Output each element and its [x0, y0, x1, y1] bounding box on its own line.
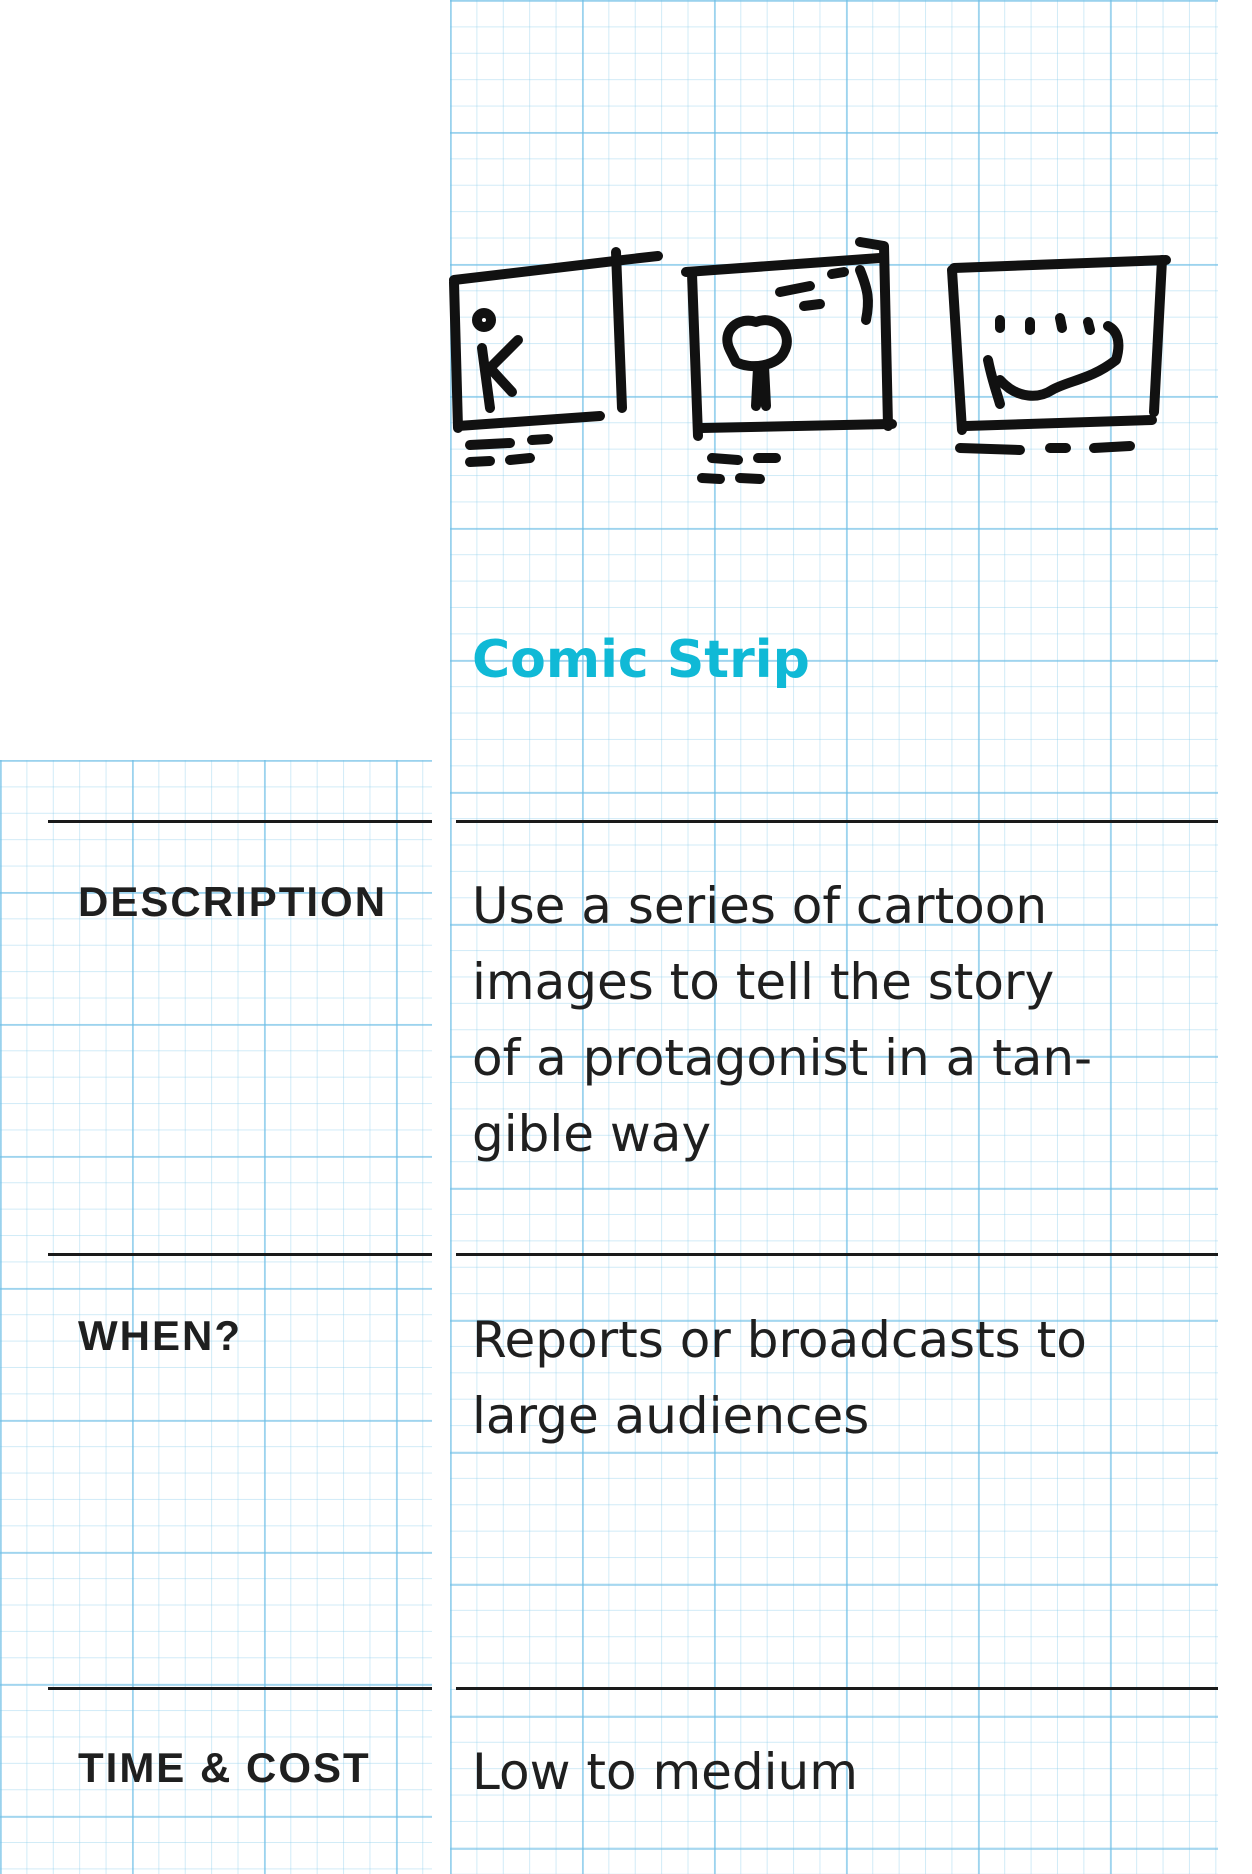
section-label-description: DESCRIPTION	[78, 878, 388, 925]
section-value-time-cost: Low to medium	[472, 1743, 858, 1801]
section-value-when: Reports or broadcasts to large audiences	[472, 1311, 1087, 1445]
section-label-time-cost: TIME & COST	[78, 1744, 371, 1791]
comic-strip-sketch-icon	[449, 237, 1171, 484]
section-value-description: Use a series of cartoon images to tell t…	[472, 877, 1093, 1163]
divider-left-2	[48, 1253, 432, 1256]
divider-right-3	[456, 1687, 1218, 1690]
card-title: Comic Strip	[472, 630, 810, 690]
divider-left-3	[48, 1687, 432, 1690]
divider-left-1	[48, 820, 432, 823]
divider-right-1	[456, 820, 1218, 823]
section-label-when: WHEN?	[78, 1312, 242, 1359]
divider-right-2	[456, 1253, 1218, 1256]
